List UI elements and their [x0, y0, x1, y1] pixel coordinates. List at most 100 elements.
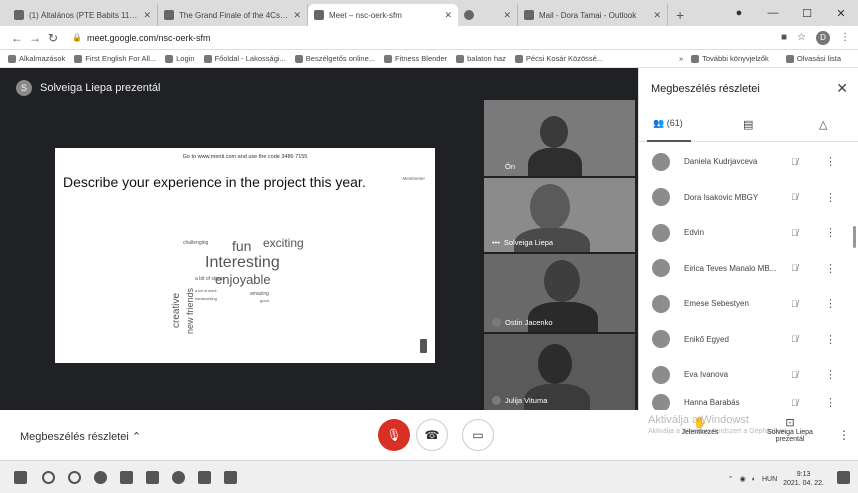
mic-icon [492, 318, 501, 327]
avatar [652, 294, 670, 313]
maximize-button[interactable]: ☐ [790, 7, 824, 20]
tab-activities[interactable]: △ [819, 118, 827, 131]
camera-indicator-icon[interactable]: ■ [781, 32, 787, 43]
forward-button[interactable]: → [26, 31, 44, 45]
bookmark-icon [384, 54, 393, 63]
slide-controls-icon[interactable] [420, 339, 427, 353]
browser-tab-outlook[interactable]: Mail - Dora Tamai - Outlook ✕ [518, 4, 668, 26]
participant-tile[interactable]: Ostin Jacenko [484, 254, 635, 332]
tab-people[interactable]: 👥 (61) [653, 118, 683, 129]
url-field[interactable]: 🔒 meet.google.com/nsc-oerk-sfm [72, 29, 771, 47]
search-icon[interactable] [42, 471, 55, 484]
camera-toggle-button[interactable]: ▭ [462, 419, 494, 451]
network-icon[interactable]: ◉ [740, 475, 746, 483]
more-bookmarks-button[interactable]: » [679, 54, 683, 63]
bookmark-item[interactable]: Login [165, 54, 195, 63]
bookmark-item[interactable]: Fitness Blender [384, 54, 447, 63]
list-item[interactable]: Eva Ivanova 🎙̸ ⋮ [639, 357, 858, 393]
bookmark-item[interactable]: Pécsi Kosár Közössé... [514, 54, 603, 63]
more-options-icon[interactable]: ⋮ [825, 396, 836, 409]
teams-icon[interactable] [198, 471, 211, 484]
reload-button[interactable]: ↻ [44, 31, 62, 45]
slide-brand: Mentimeter [402, 176, 425, 181]
chrome-icon[interactable] [172, 471, 185, 484]
more-options-icon[interactable]: ⋮ [825, 333, 836, 346]
close-panel-icon[interactable]: ✕ [836, 80, 848, 97]
list-item[interactable]: Dora Isakovic MBGY 🎙̸ ⋮ [639, 180, 858, 216]
reading-list[interactable]: Olvasási lista [785, 54, 841, 63]
meeting-details-button[interactable]: Megbeszélés részletei ⌃ [20, 430, 141, 443]
list-item[interactable]: Emese Sebestyen 🎙̸ ⋮ [639, 286, 858, 322]
people-count: (61) [666, 118, 683, 128]
participant-tiles: Ön ••• Solveiga Liepa Ostin Jacenko Julij… [484, 68, 635, 410]
clock[interactable]: 9:13 2021. 04. 22. [783, 470, 824, 488]
volume-icon[interactable]: ◐ [752, 476, 756, 483]
browser-menu-icon[interactable]: ⋮ [840, 32, 850, 43]
more-options-icon[interactable]: ⋮ [825, 155, 836, 168]
photos-icon[interactable] [224, 471, 237, 484]
cortana-icon[interactable] [68, 471, 81, 484]
record-indicator-icon: ● [735, 7, 743, 19]
participant-name: Daniela Kudrjavceva [684, 157, 758, 167]
close-tab-icon[interactable]: ✕ [143, 10, 151, 21]
more-options-icon[interactable]: ⋮ [838, 428, 850, 442]
clock-date: 2021. 04. 22. [783, 480, 824, 487]
more-options-icon[interactable]: ⋮ [825, 368, 836, 381]
bookmark-item[interactable]: Beszélgetős online... [294, 54, 375, 63]
more-options-icon[interactable]: ⋮ [825, 262, 836, 275]
browser-tab-2[interactable]: The Grand Finale of the 4Cs dig... ✕ [158, 4, 308, 26]
close-tab-icon[interactable]: ✕ [503, 10, 511, 21]
list-item[interactable]: Enikő Egyed 🎙̸ ⋮ [639, 322, 858, 358]
bookmark-star-icon[interactable]: ☆ [797, 32, 806, 43]
participant-tile[interactable]: Ön [484, 100, 635, 176]
participant-tile[interactable]: Julija Vituma [484, 334, 635, 410]
participant-name: Enikő Egyed [684, 334, 729, 344]
bookmarks-bar: Alkalmazások First English For All... Lo… [0, 50, 858, 68]
bookmark-item[interactable]: First English For All... [74, 54, 156, 63]
mic-off-icon: 🎙̸ [791, 397, 798, 408]
scrollbar[interactable] [853, 226, 856, 248]
raise-hand-button[interactable]: ✋ Jelentkezés [680, 416, 720, 436]
other-bookmarks[interactable]: További könyvjelzők [691, 54, 769, 63]
bookmark-apps[interactable]: Alkalmazások [8, 54, 65, 63]
close-window-button[interactable]: ✕ [824, 7, 858, 20]
new-tab-button[interactable]: + [668, 7, 692, 26]
close-tab-icon[interactable]: ✕ [653, 10, 661, 21]
browser-tab-4[interactable]: ✕ [458, 4, 518, 26]
bookmark-item[interactable]: Főoldal - Lakossági... [203, 54, 286, 63]
profile-avatar[interactable]: D [816, 30, 830, 45]
minimize-button[interactable]: — [756, 7, 790, 19]
file-explorer-icon[interactable] [146, 471, 159, 484]
more-options-icon[interactable]: ⋮ [825, 297, 836, 310]
bookmark-icon [74, 54, 83, 63]
tab-chat[interactable]: ▤ [743, 118, 753, 131]
back-button[interactable]: ← [8, 31, 26, 45]
notification-icon[interactable] [837, 471, 850, 484]
participant-tile[interactable]: ••• Solveiga Liepa [484, 178, 635, 252]
presenting-button[interactable]: ⊡ Solveiga Liepa prezentál [760, 416, 820, 443]
teams-icon [14, 10, 24, 20]
tab-title: The Grand Finale of the 4Cs dig... [179, 10, 290, 20]
language-indicator[interactable]: HUN [762, 476, 777, 483]
word-cloud-word: challenging [183, 240, 209, 246]
bookmark-item[interactable]: balaton haz [456, 54, 506, 63]
close-tab-icon[interactable]: ✕ [293, 10, 301, 21]
list-item[interactable]: Eirica Teves Manalo MB... 🎙̸ ⋮ [639, 251, 858, 287]
chevron-up-icon[interactable]: ⌃ [728, 475, 734, 483]
bookmark-label: Főoldal - Lakossági... [214, 54, 286, 63]
more-options-icon[interactable]: ⋮ [825, 226, 836, 239]
windows-start-icon[interactable] [14, 471, 27, 484]
mic-toggle-button[interactable]: 🎙 [378, 419, 410, 451]
browser-tab-1[interactable]: (1) Általános (PTE Babits 11.DE ... ✕ [8, 4, 158, 26]
close-tab-icon[interactable]: ✕ [444, 10, 452, 21]
leave-call-button[interactable]: ☎ [416, 419, 448, 451]
more-options-icon[interactable]: ⋮ [825, 191, 836, 204]
browser-tab-bar: (1) Általános (PTE Babits 11.DE ... ✕ Th… [0, 0, 858, 26]
task-view-icon[interactable] [120, 471, 133, 484]
raise-hand-label: Jelentkezés [681, 429, 719, 436]
browser-tab-meet[interactable]: Meet – nsc-oerk-sfm ✕ [308, 4, 458, 26]
system-tray: ⌃ ◉ ◐ HUN 9:13 2021. 04. 22. [728, 470, 824, 488]
list-item[interactable]: Edvin 🎙̸ ⋮ [639, 215, 858, 251]
edge-icon[interactable] [94, 471, 107, 484]
list-item[interactable]: Daniela Kudrjavceva 🎙̸ ⋮ [639, 144, 858, 180]
